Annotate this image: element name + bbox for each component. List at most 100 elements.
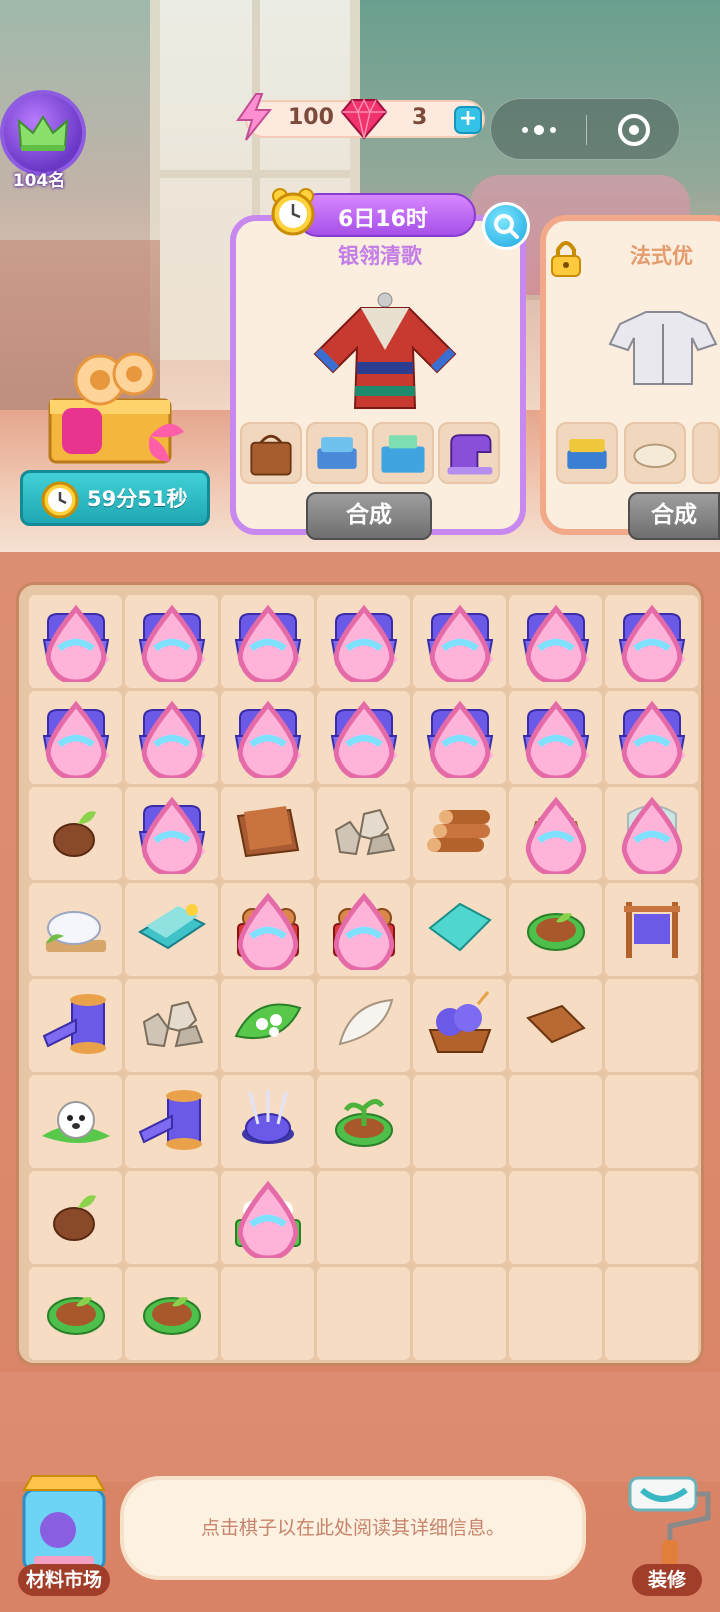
board-item-loom[interactable] [605,883,698,976]
paint-roller-icon[interactable] [618,1468,718,1568]
corset-top-garment [608,311,718,385]
board-item-log-crate[interactable] [221,883,314,976]
more-dot-icon [549,127,556,133]
rank-badge[interactable] [0,90,86,176]
material-market-label[interactable]: 材料市场 [18,1564,110,1596]
seed-icon [36,792,116,876]
board-item-stones[interactable] [317,787,410,880]
stones-icon [132,984,212,1068]
board-cell-empty[interactable] [125,1171,218,1264]
board-cell-empty[interactable] [317,1267,410,1360]
board-item-log-crate[interactable] [317,883,410,976]
board-cell-empty[interactable] [413,1075,506,1168]
soil-bowl-icon [516,888,596,972]
rainbow-drop-icon [45,700,107,778]
board-cell-empty[interactable] [317,1171,410,1264]
board-item-sewing-kit[interactable] [413,691,506,784]
decorate-label[interactable]: 装修 [632,1564,702,1596]
material-slot-machine[interactable] [372,422,434,484]
material-slot-fabric[interactable] [556,422,618,484]
item-info-box: 点击棋子以在此处阅读其详细信息。 [120,1476,586,1580]
board-item-sewing-kit[interactable] [29,691,122,784]
board-item-feather[interactable] [317,979,410,1072]
board-item-sewing-kit[interactable] [605,691,698,784]
rainbow-drop-icon [525,604,587,682]
board-item-sewing-kit[interactable] [125,595,218,688]
rank-label: 104名 [12,171,66,191]
thread-spool-icon [36,984,116,1068]
lock-icon [551,241,581,277]
board-cell-empty[interactable] [605,979,698,1072]
rainbow-drop-icon [429,604,491,682]
board-cell-empty[interactable] [605,1075,698,1168]
board-cell-empty[interactable] [509,1075,602,1168]
search-icon [494,214,519,239]
cloth-roll-icon [633,443,677,468]
board-item-soil-bowl[interactable] [509,883,602,976]
board-item-thread-spool[interactable] [125,1075,218,1168]
board-item-fabric-roll[interactable] [125,883,218,976]
board-item-seed-sack[interactable] [509,787,602,880]
board-item-sewing-kit[interactable] [125,691,218,784]
search-button[interactable] [482,202,530,250]
board-item-cotton-plant[interactable] [221,1171,314,1264]
board-item-sewing-kit[interactable] [317,595,410,688]
board-item-sewing-kit[interactable] [29,595,122,688]
board-item-soil-bowl[interactable] [125,1267,218,1360]
board-item-yarn-basket[interactable] [413,979,506,1072]
add-gems-button[interactable]: + [454,106,482,134]
board-item-leather-scrap[interactable] [509,979,602,1072]
board-item-sewing-kit[interactable] [221,595,314,688]
board-cell-empty[interactable] [413,1267,506,1360]
board-item-sewing-kit[interactable] [413,595,506,688]
craft-button-locked[interactable]: 合成 [628,492,720,540]
board-item-sewing-kit[interactable] [509,691,602,784]
board-item-sheep[interactable] [29,1075,122,1168]
board-cell-empty[interactable] [413,1171,506,1264]
board-item-seed[interactable] [29,787,122,880]
board-cell-empty[interactable] [509,1267,602,1360]
board-item-leather[interactable] [221,787,314,880]
leather-icon [228,792,308,876]
board-item-logs[interactable] [413,787,506,880]
rainbow-drop-icon [621,796,683,874]
gem-icon [340,98,388,140]
board-item-sewing-kit[interactable] [125,787,218,880]
alarm-clock-icon [41,481,79,519]
craft-button[interactable]: 合成 [306,492,432,540]
board-item-silk-cocoon[interactable] [29,883,122,976]
board-item-stones[interactable] [125,979,218,1072]
board-item-sewing-kit[interactable] [509,595,602,688]
board-item-cotton-leaf[interactable] [221,979,314,1072]
board-item-sewing-kit[interactable] [605,595,698,688]
pincushion-icon [228,1080,308,1164]
gift-box[interactable] [40,350,190,470]
material-slot-sewing-machine[interactable] [438,422,500,484]
board-item-soil-bowl[interactable] [29,1267,122,1360]
yarn-basket-icon [420,984,500,1068]
rainbow-drop-icon [237,1180,299,1258]
more-dot-icon [533,125,544,135]
more-button[interactable] [491,99,586,161]
board-item-sprout-bowl[interactable] [317,1075,410,1168]
material-slot-bag[interactable] [240,422,302,484]
board-cell-empty[interactable] [509,1171,602,1264]
board-grid [25,591,698,1364]
board-item-thread-spool[interactable] [29,979,122,1072]
rainbow-drop-icon [333,892,395,970]
board-item-cloth[interactable] [413,883,506,976]
board-item-seed[interactable] [29,1171,122,1264]
board-cell-empty[interactable] [221,1267,314,1360]
board-item-sewing-kit[interactable] [221,691,314,784]
board-cell-empty[interactable] [605,1267,698,1360]
material-slot-fabric[interactable] [306,422,368,484]
material-slot-cloth-roll[interactable] [624,422,686,484]
board-item-sprout-box[interactable] [605,787,698,880]
board-cell-empty[interactable] [605,1171,698,1264]
rainbow-drop-icon [141,700,203,778]
fabric-stack-icon [317,437,357,469]
board-item-pincushion[interactable] [221,1075,314,1168]
material-slot-partial[interactable] [692,422,720,484]
close-miniprogram-button[interactable] [587,99,681,161]
board-item-sewing-kit[interactable] [317,691,410,784]
